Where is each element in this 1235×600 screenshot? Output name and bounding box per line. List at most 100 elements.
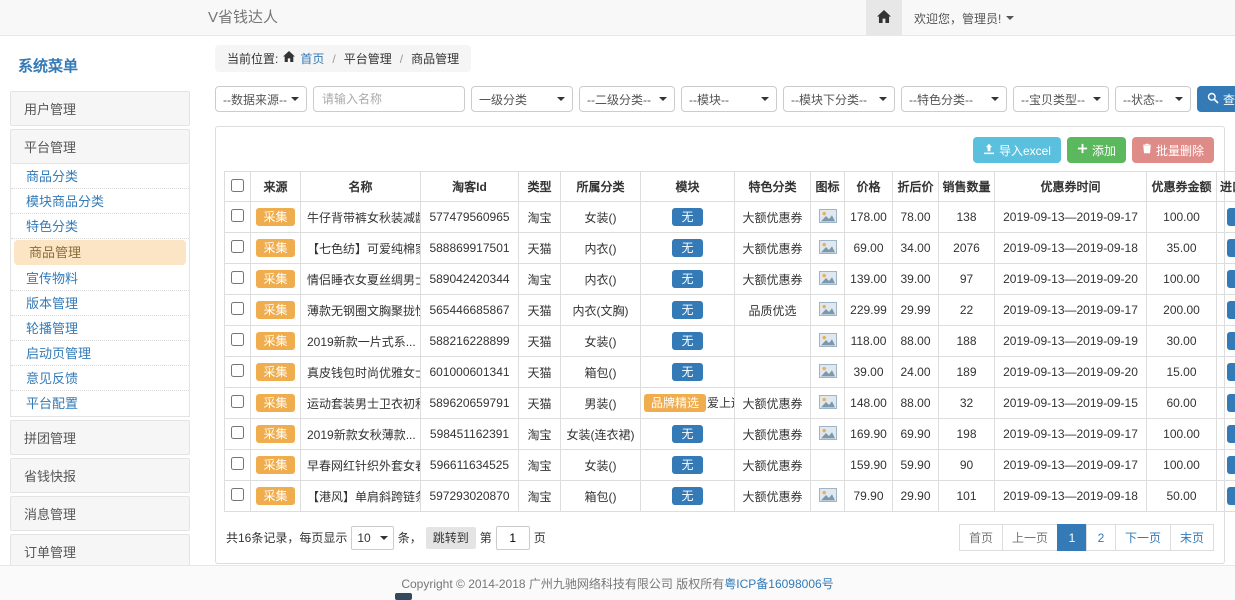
product-image-icon xyxy=(819,398,837,412)
row-checkbox[interactable] xyxy=(231,426,244,439)
module-cell: 无 xyxy=(641,326,735,357)
add-button[interactable]: 添加 xyxy=(1067,137,1126,163)
filter-item-type-value: --宝贝类型-- xyxy=(1021,91,1085,108)
row-checkbox[interactable] xyxy=(231,271,244,284)
import-select-cell: 否 xyxy=(1217,357,1235,388)
row-checkbox[interactable] xyxy=(231,333,244,346)
sidebar-item-sub[interactable]: 宣传物料 xyxy=(11,266,189,291)
icp-link[interactable]: 粤ICP备16098006号 xyxy=(724,575,833,592)
import-excel-button[interactable]: 导入excel xyxy=(973,137,1061,163)
sidebar-item-top[interactable]: 用户管理 xyxy=(10,91,190,126)
source-cell: 采集 xyxy=(251,388,301,419)
module-badge: 无 xyxy=(672,487,702,505)
select-all-checkbox[interactable] xyxy=(231,179,244,192)
per-page-select[interactable]: 10 xyxy=(351,526,393,550)
sales-cell: 198 xyxy=(939,419,995,450)
user-menu[interactable]: 欢迎您，管理员! xyxy=(902,0,1026,36)
sidebar-item-sub[interactable]: 意见反馈 xyxy=(11,366,189,391)
page-button[interactable]: 末页 xyxy=(1170,524,1214,551)
category-cell: 箱包() xyxy=(561,481,641,512)
page-button-active[interactable]: 1 xyxy=(1057,524,1087,551)
page-button[interactable]: 首页 xyxy=(959,524,1003,551)
sidebar-item-sub[interactable]: 版本管理 xyxy=(11,291,189,316)
product-image-icon xyxy=(819,305,837,319)
sidebar-item-sub[interactable]: 平台配置 xyxy=(11,391,189,416)
filter-level1-category-select[interactable]: 一级分类 xyxy=(471,86,573,112)
chevron-down-icon xyxy=(380,536,388,540)
row-checkbox[interactable] xyxy=(231,302,244,315)
sidebar-item-top[interactable]: 消息管理 xyxy=(10,496,190,531)
import-select-cell: 否 xyxy=(1217,419,1235,450)
filter-module-select[interactable]: --模块-- xyxy=(681,86,777,112)
source-badge: 采集 xyxy=(256,208,294,226)
coupon-amount-cell: 35.00 xyxy=(1147,233,1217,264)
filter-module-value: --模块-- xyxy=(689,91,729,108)
plus-icon xyxy=(1077,143,1088,157)
home-button[interactable] xyxy=(866,0,902,36)
sidebar-item-top[interactable]: 拼团管理 xyxy=(10,420,190,455)
welcome-text: 欢迎您，管理员! xyxy=(914,10,1001,27)
sidebar-menu: 用户管理平台管理商品分类模块商品分类特色分类商品管理宣传物料版本管理轮播管理启动… xyxy=(10,91,190,600)
taoke-id-cell: 577479560965 xyxy=(421,202,519,233)
source-badge: 采集 xyxy=(256,425,294,443)
row-select-cell xyxy=(225,388,251,419)
page-button[interactable]: 下一页 xyxy=(1115,524,1171,551)
row-checkbox[interactable] xyxy=(231,209,244,222)
search-button[interactable]: 查询 xyxy=(1197,86,1235,112)
sales-cell: 90 xyxy=(939,450,995,481)
icon-cell xyxy=(811,419,845,450)
sidebar-item-sub[interactable]: 启动页管理 xyxy=(11,341,189,366)
page-button[interactable]: 2 xyxy=(1086,524,1116,551)
filter-feature-category-select[interactable]: --特色分类-- xyxy=(901,86,1007,112)
filter-module-subcategory-select[interactable]: --模块下分类-- xyxy=(783,86,895,112)
import-select-badge: 否 xyxy=(1227,239,1235,257)
filter-data-source-value: --数据来源-- xyxy=(223,91,287,108)
feature-category-cell xyxy=(735,326,811,357)
page-button[interactable]: 上一页 xyxy=(1002,524,1058,551)
row-checkbox[interactable] xyxy=(231,364,244,377)
sidebar-item-sub[interactable]: 特色分类 xyxy=(11,214,189,239)
feature-category-cell: 大额优惠券 xyxy=(735,419,811,450)
product-name-cell: 运动套装男士卫衣初秋... xyxy=(301,388,421,419)
sidebar: 系统菜单 用户管理平台管理商品分类模块商品分类特色分类商品管理宣传物料版本管理轮… xyxy=(10,45,190,600)
column-header: 折后价 xyxy=(893,172,939,202)
row-checkbox[interactable] xyxy=(231,488,244,501)
discount-price-cell: 59.90 xyxy=(893,450,939,481)
sidebar-item-sub[interactable]: 轮播管理 xyxy=(11,316,189,341)
source-badge: 采集 xyxy=(256,301,294,319)
source-cell: 采集 xyxy=(251,357,301,388)
coupon-time-cell: 2019-09-13—2019-09-17 xyxy=(995,295,1147,326)
taoke-id-cell: 589620659791 xyxy=(421,388,519,419)
per-page-suffix: 条， xyxy=(398,529,422,546)
column-header: 名称 xyxy=(301,172,421,202)
sidebar-item-sub[interactable]: 模块商品分类 xyxy=(11,189,189,214)
source-badge: 采集 xyxy=(256,332,294,350)
column-header: 淘客Id xyxy=(421,172,519,202)
category-cell: 男装() xyxy=(561,388,641,419)
horizontal-scrollbar-thumb[interactable] xyxy=(395,593,412,600)
source-cell: 采集 xyxy=(251,481,301,512)
sidebar-item-top[interactable]: 订单管理 xyxy=(10,534,190,569)
page-number-input[interactable] xyxy=(496,526,530,550)
sidebar-item-top[interactable]: 平台管理 xyxy=(10,129,190,164)
sidebar-item-sub[interactable]: 商品分类 xyxy=(11,164,189,189)
chevron-down-icon xyxy=(659,97,667,101)
row-checkbox[interactable] xyxy=(231,240,244,253)
breadcrumb-home-link[interactable]: 首页 xyxy=(300,50,324,67)
batch-delete-button[interactable]: 批量删除 xyxy=(1132,137,1214,163)
discount-price-cell: 24.00 xyxy=(893,357,939,388)
sidebar-item-top[interactable]: 省钱快报 xyxy=(10,458,190,493)
filter-status-select[interactable]: --状态-- xyxy=(1115,86,1191,112)
filter-level2-category-select[interactable]: --二级分类-- xyxy=(579,86,675,112)
filter-name-input[interactable] xyxy=(313,86,465,112)
module-cell: 品牌精选爱上运动 xyxy=(641,388,735,419)
sidebar-item-active[interactable]: 商品管理 xyxy=(14,240,186,265)
coupon-time-cell: 2019-09-13—2019-09-15 xyxy=(995,388,1147,419)
jump-button[interactable]: 跳转到 xyxy=(426,527,476,549)
row-checkbox[interactable] xyxy=(231,395,244,408)
filter-data-source-select[interactable]: --数据来源-- xyxy=(215,86,307,112)
row-checkbox[interactable] xyxy=(231,457,244,470)
filter-item-type-select[interactable]: --宝贝类型-- xyxy=(1013,86,1109,112)
copyright-text: Copyright © 2014-2018 广州九驰网络科技有限公司 版权所有 xyxy=(401,575,724,592)
import-select-badge: 否 xyxy=(1227,270,1235,288)
